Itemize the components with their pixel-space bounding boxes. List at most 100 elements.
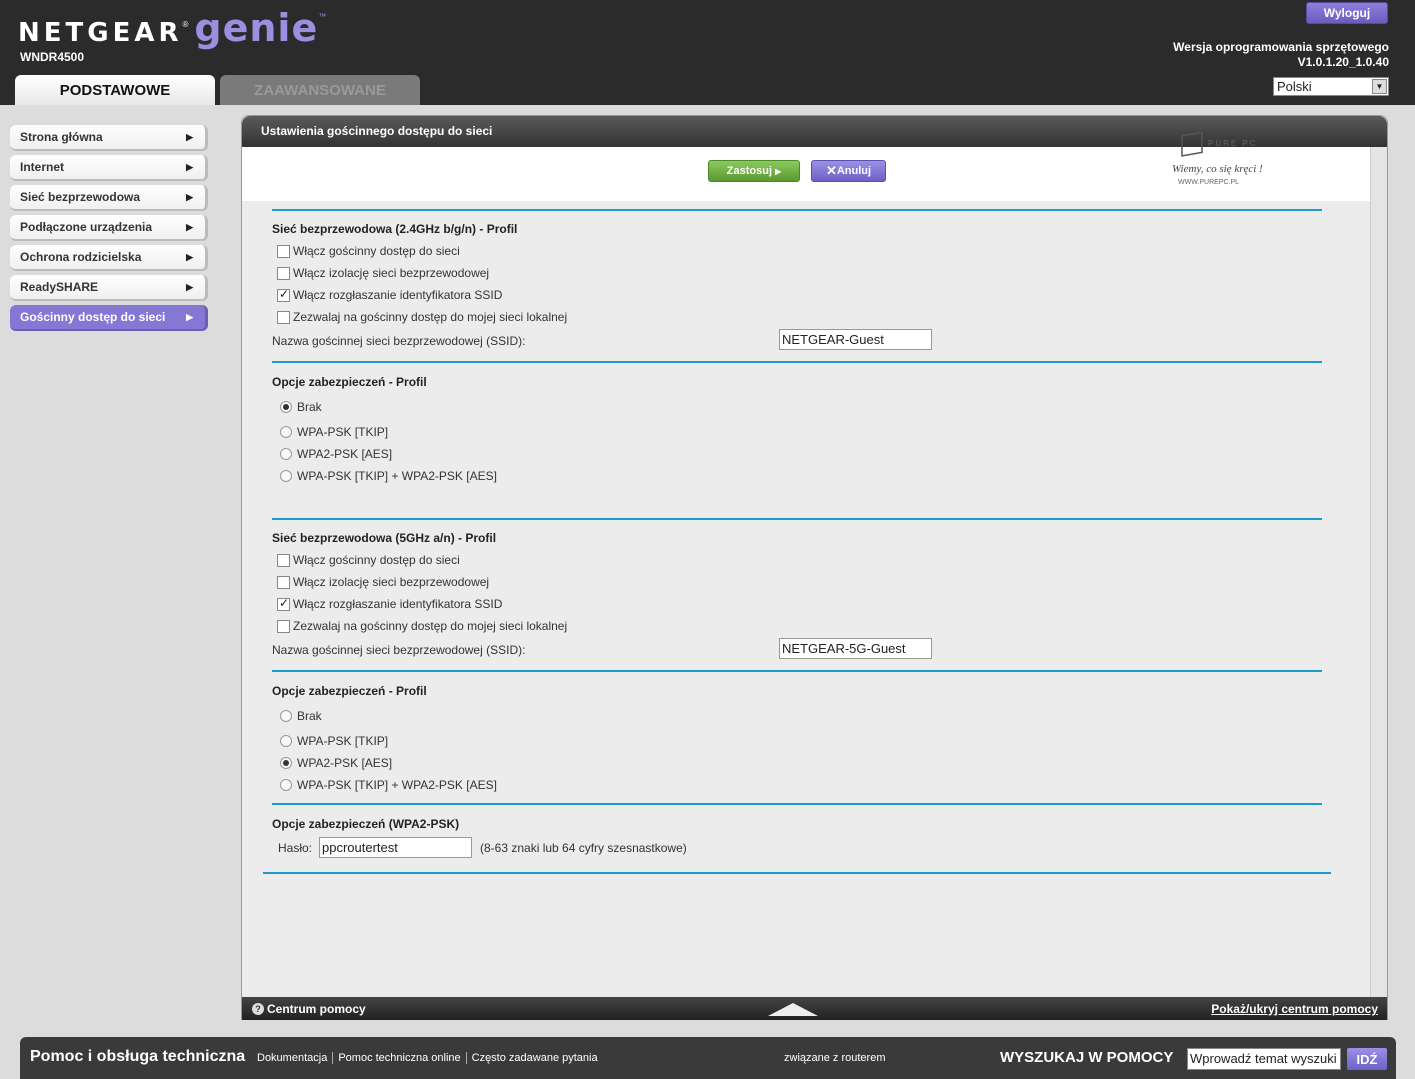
help-center-toggle[interactable]: ? Centrum pomocy [252,1002,366,1016]
checkbox[interactable] [277,619,290,633]
radio-label: Brak [297,709,322,723]
option-label: Zezwalaj na gościnny dostęp do mojej sie… [293,619,568,633]
sidebar-item-attached-devices[interactable]: Podłączone urządzenia ▶ [10,215,208,241]
checkbox[interactable] [277,266,290,280]
radio-label: WPA-PSK [TKIP] + WPA2-PSK [AES] [297,778,497,792]
sidebar-item-label: Internet [20,160,65,174]
settings-panel: Ustawienia gościnnego dostępu do sieci Z… [241,115,1388,1020]
radio-label: WPA-PSK [TKIP] + WPA2-PSK [AES] [297,469,497,483]
online-support-link[interactable]: Pomoc techniczna online [333,1052,467,1064]
logout-button[interactable]: Wyloguj [1306,2,1388,24]
band5-security-title: Opcje zabezpieczeń - Profil [272,684,427,698]
chevron-right-icon: ▶ [186,281,193,292]
divider [272,803,1322,805]
sidebar-item-internet[interactable]: Internet ▶ [10,155,208,181]
band24-ssid-input[interactable]: NETGEAR-Guest [779,329,932,350]
expand-arrow-icon[interactable] [768,1003,818,1016]
option-label: Włącz gościnny dostęp do sieci [293,553,460,567]
band5-allow-local[interactable]: Zezwalaj na gościnny dostęp do mojej sie… [277,619,567,633]
router-related-text: związane z routerem [784,1052,886,1064]
radio-button[interactable] [280,710,292,722]
option-label: Włącz rozgłaszanie identyfikatora SSID [293,288,503,302]
radio-button[interactable] [280,735,292,747]
sidebar-item-wireless[interactable]: Sieć bezprzewodowa ▶ [10,185,208,211]
search-go-button[interactable]: IDŹ [1347,1048,1387,1070]
help-search-input[interactable]: Wprowadź temat wyszuki [1187,1048,1341,1070]
band5-ssid-broadcast[interactable]: Włącz rozgłaszanie identyfikatora SSID [277,596,503,611]
radio-label: WPA-PSK [TKIP] [297,425,389,439]
tab-basic[interactable]: PODSTAWOWE [15,75,215,105]
sidebar-item-label: Ochrona rodzicielska [20,250,142,264]
help-center-label: Centrum pomocy [267,1002,366,1016]
sidebar-item-label: ReadySHARE [20,280,99,294]
top-header: NETGEAR ® genie ™ WNDR4500 Wyloguj Wersja … [0,0,1415,105]
product-name: genie [194,6,319,50]
sidebar-item-home[interactable]: Strona główna ▶ [10,125,208,151]
band24-security-wpa2[interactable]: WPA2-PSK [AES] [280,447,392,461]
sidebar-item-label: Gościnny dostęp do sieci [20,310,166,324]
radio-button[interactable] [280,470,292,482]
band5-isolation[interactable]: Włącz izolację sieci bezprzewodowej [277,575,489,589]
checkbox[interactable] [277,287,290,302]
sidebar-item-guest-network[interactable]: Gościnny dostęp do sieci ▶ [10,305,208,331]
firmware-label: Wersja oprogramowania sprzętowego [1173,40,1389,54]
password-hint: (8-63 znaki lub 64 cyfry szesnastkowe) [480,841,687,855]
chevron-down-icon[interactable]: ▼ [1372,79,1387,94]
support-footer: Pomoc i obsługa techniczna Dokumentacja … [20,1037,1396,1079]
settings-content: Sieć bezprzewodowa (2.4GHz b/g/n) - Prof… [242,147,1367,997]
band24-ssid-broadcast[interactable]: Włącz rozgłaszanie identyfikatora SSID [277,287,503,302]
option-label: Zezwalaj na gościnny dostęp do mojej sie… [293,310,568,324]
netgear-genie-logo: NETGEAR ® genie ™ [18,6,327,50]
sidebar-item-label: Sieć bezprzewodowa [20,190,141,204]
radio-button[interactable] [280,757,292,769]
chevron-right-icon: ▶ [186,221,193,232]
divider [272,518,1322,520]
divider [272,209,1322,211]
checkbox[interactable] [277,575,290,589]
option-label: Włącz izolację sieci bezprzewodowej [293,266,490,280]
password-label: Hasło: [278,841,313,855]
sidebar-item-parental-controls[interactable]: Ochrona rodzicielska ▶ [10,245,208,271]
sidebar-item-readyshare[interactable]: ReadySHARE ▶ [10,275,208,301]
radio-button[interactable] [280,401,292,413]
divider [272,670,1322,672]
chevron-right-icon: ▶ [186,161,193,172]
radio-label: Brak [297,400,322,414]
band5-enable-guest[interactable]: Włącz gościnny dostęp do sieci [277,553,460,567]
band5-security-mixed[interactable]: WPA-PSK [TKIP] + WPA2-PSK [AES] [280,778,497,792]
checkbox[interactable] [277,553,290,567]
band24-security-mixed[interactable]: WPA-PSK [TKIP] + WPA2-PSK [AES] [280,469,497,483]
band5-ssid-input[interactable]: NETGEAR-5G-Guest [779,638,932,659]
band5-security-wpa2[interactable]: WPA2-PSK [AES] [280,756,392,770]
sidebar-item-label: Podłączone urządzenia [20,220,153,234]
faq-link[interactable]: Często zadawane pytania [467,1052,603,1064]
radio-button[interactable] [280,448,292,460]
footer-title: Pomoc i obsługa techniczna [30,1048,246,1065]
option-label: Włącz izolację sieci bezprzewodowej [293,575,490,589]
band5-security-none[interactable]: Brak [280,709,322,723]
band24-allow-local[interactable]: Zezwalaj na gościnny dostęp do mojej sie… [277,310,567,324]
radio-button[interactable] [280,779,292,791]
tab-advanced[interactable]: ZAAWANSOWANE [220,75,420,105]
brand-name: NETGEAR [18,18,183,48]
checkbox[interactable] [277,244,290,258]
password-input[interactable]: ppcroutertest [319,837,472,858]
band24-security-none[interactable]: Brak [280,400,322,414]
help-icon: ? [252,1003,264,1015]
documentation-link[interactable]: Dokumentacja [257,1052,334,1064]
band24-security-wpa[interactable]: WPA-PSK [TKIP] [280,425,388,439]
toggle-help-link[interactable]: Pokaż/ukryj centrum pomocy [1211,1002,1378,1016]
checkbox[interactable] [277,310,290,324]
vertical-scrollbar[interactable] [1370,147,1387,997]
band24-enable-guest[interactable]: Włącz gościnny dostęp do sieci [277,244,460,258]
radio-label: WPA2-PSK [AES] [297,756,393,770]
band5-security-wpa[interactable]: WPA-PSK [TKIP] [280,734,388,748]
radio-label: WPA-PSK [TKIP] [297,734,389,748]
radio-button[interactable] [280,426,292,438]
language-select[interactable]: Polski ▼ [1273,77,1389,96]
band24-isolation[interactable]: Włącz izolację sieci bezprzewodowej [277,266,489,280]
checkbox[interactable] [277,596,290,611]
option-label: Włącz gościnny dostęp do sieci [293,244,460,258]
option-label: Włącz rozgłaszanie identyfikatora SSID [293,597,503,611]
footer-links: Dokumentacja Pomoc techniczna online Czę… [257,1052,603,1064]
